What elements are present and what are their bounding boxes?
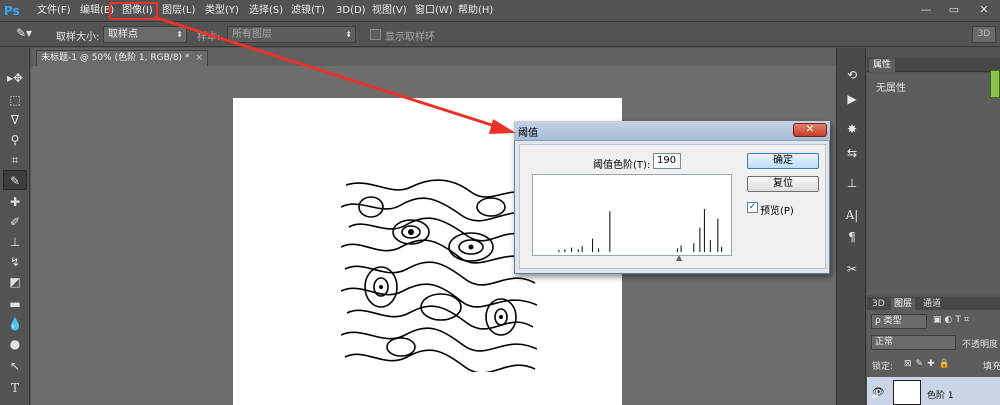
tools-icon[interactable]: ✂ [842, 260, 862, 278]
tools-panel: ▸✥ ⬚ ᐁ ⚲ ⌗ ✎ ✚ ✐ ⊥ ↯ ◩ ▬ 💧 ● ↖ T [0, 48, 30, 405]
layer-name[interactable]: 色阶 1 [927, 388, 954, 401]
layer-filter-select[interactable]: ρ 类型 [871, 314, 927, 329]
eyedropper-tool-icon[interactable]: ✎ [3, 170, 27, 190]
menu-file[interactable]: 文件(F) [37, 4, 71, 18]
history-brush-tool-icon[interactable]: ↯ [3, 252, 27, 272]
options-bar: ✎▾ 取样大小: 取样点 ⬍ 样本: 所有图层 ⬍ 显示取样环 3D [0, 23, 1000, 47]
menu-window[interactable]: 窗口(W) [415, 4, 453, 18]
close-tab-icon[interactable]: × [195, 53, 203, 63]
tab-channels[interactable]: 通道 [920, 298, 944, 310]
dialog-title: 阈值 [518, 128, 538, 139]
chevron-updown-icon: ⬍ [176, 30, 183, 39]
blend-mode-select[interactable]: 正常 [871, 335, 956, 350]
brush-tool-icon[interactable]: ✐ [3, 212, 27, 232]
window-controls: — ▭ ✕ [910, 0, 1000, 22]
sample-size-select[interactable]: 取样点 ⬍ [103, 26, 187, 43]
menu-filter[interactable]: 滤镜(T) [291, 4, 325, 18]
dialog-close-button[interactable]: ✕ [793, 123, 827, 137]
history-icon[interactable]: ⟲ [842, 66, 862, 84]
document-tab[interactable]: 未标题-1 @ 50% (色阶 1, RGB/8) * × [36, 50, 208, 66]
threshold-histogram [532, 174, 732, 256]
show-ring-checkbox[interactable] [370, 29, 381, 40]
minimize-button[interactable]: — [918, 3, 934, 17]
annotation-highlight-box [109, 2, 158, 20]
sample-select[interactable]: 所有图层 ⬍ [227, 26, 356, 43]
sample-label: 样本: [197, 32, 221, 43]
photoshop-logo: Ps [4, 4, 20, 18]
menu-3d[interactable]: 3D(D) [336, 4, 366, 18]
fill-label: 填充 [983, 362, 1000, 372]
layer-thumbnail [893, 380, 921, 405]
cursor-icon: ↲ [870, 388, 881, 402]
properties-panel [867, 73, 1000, 295]
menu-layer[interactable]: 图层(L) [162, 4, 195, 18]
path-select-tool-icon[interactable]: ↖ [3, 356, 27, 376]
marquee-tool-icon[interactable]: ⬚ [3, 90, 27, 110]
chevron-updown-icon: ⬍ [345, 30, 352, 39]
move-tool-icon[interactable]: ▸✥ [3, 68, 27, 88]
dodge-tool-icon[interactable]: ● [3, 334, 27, 354]
document-title: 未标题-1 @ 50% (色阶 1, RGB/8) * [41, 53, 190, 63]
crop-tool-icon[interactable]: ⌗ [3, 150, 27, 170]
sample-value: 所有图层 [232, 29, 272, 40]
restore-button[interactable]: ▭ [946, 3, 962, 17]
stamp-tool-icon[interactable]: ⊥ [3, 232, 27, 252]
close-window-button[interactable]: ✕ [976, 3, 992, 17]
dialog-titlebar[interactable] [514, 121, 830, 141]
preview-label: 预览(P) [760, 206, 794, 217]
opacity-label: 不透明度 [962, 340, 999, 350]
character-icon[interactable]: A| [842, 206, 862, 224]
blur-tool-icon[interactable]: 💧 [3, 314, 27, 334]
type-tool-icon[interactable]: T [3, 378, 27, 398]
tab-properties[interactable]: 属性 [869, 59, 896, 72]
contour-pattern-image [341, 177, 537, 372]
preview-checkbox[interactable]: ✓ [747, 202, 758, 213]
eraser-tool-icon[interactable]: ◩ [3, 272, 27, 292]
tab-layers[interactable]: 图层 [891, 298, 916, 310]
quick-select-tool-icon[interactable]: ⚲ [3, 130, 27, 150]
show-ring-label: 显示取样环 [385, 32, 435, 43]
menu-help[interactable]: 帮助(H) [458, 4, 493, 18]
ok-button[interactable]: 确定 [747, 153, 819, 169]
no-properties-text: 无属性 [876, 83, 906, 94]
stamp-icon[interactable]: ⊥ [842, 174, 862, 192]
adjust-icon[interactable]: ⇆ [842, 144, 862, 162]
color-swatch[interactable] [990, 70, 1000, 98]
menu-view[interactable]: 视图(V) [372, 4, 407, 18]
threshold-level-label: 阈值色阶(T): [593, 160, 651, 171]
reset-button[interactable]: 复位 [747, 176, 819, 192]
paragraph-icon[interactable]: ¶ [842, 228, 862, 246]
brush-preset-icon[interactable]: ✸ [842, 120, 862, 138]
menu-select[interactable]: 选择(S) [249, 4, 283, 18]
tab-3d[interactable]: 3D [869, 298, 888, 310]
3d-mode-button[interactable]: 3D [972, 26, 996, 43]
panel-icon-strip: ⟲ ▶ ✸ ⇆ ⊥ A| ¶ ✂ [836, 48, 866, 405]
sample-size-value: 取样点 [108, 29, 138, 40]
eyedropper-options-icon[interactable]: ✎▾ [16, 26, 32, 40]
play-icon[interactable]: ▶ [842, 90, 862, 108]
sample-size-label: 取样大小: [56, 32, 100, 43]
threshold-level-input[interactable]: 190 [653, 153, 681, 169]
healing-tool-icon[interactable]: ✚ [3, 192, 27, 212]
threshold-slider-triangle-icon[interactable]: ▲ [676, 253, 682, 262]
layer-filter-icons[interactable]: ▣◐T⌗ [933, 315, 972, 325]
lasso-tool-icon[interactable]: ᐁ [3, 110, 27, 130]
gradient-tool-icon[interactable]: ▬ [3, 294, 27, 314]
lock-icons[interactable]: ⊠✎✚🔒 [904, 359, 954, 369]
lock-label: 锁定: [872, 362, 894, 372]
menu-type[interactable]: 类型(Y) [205, 4, 239, 18]
